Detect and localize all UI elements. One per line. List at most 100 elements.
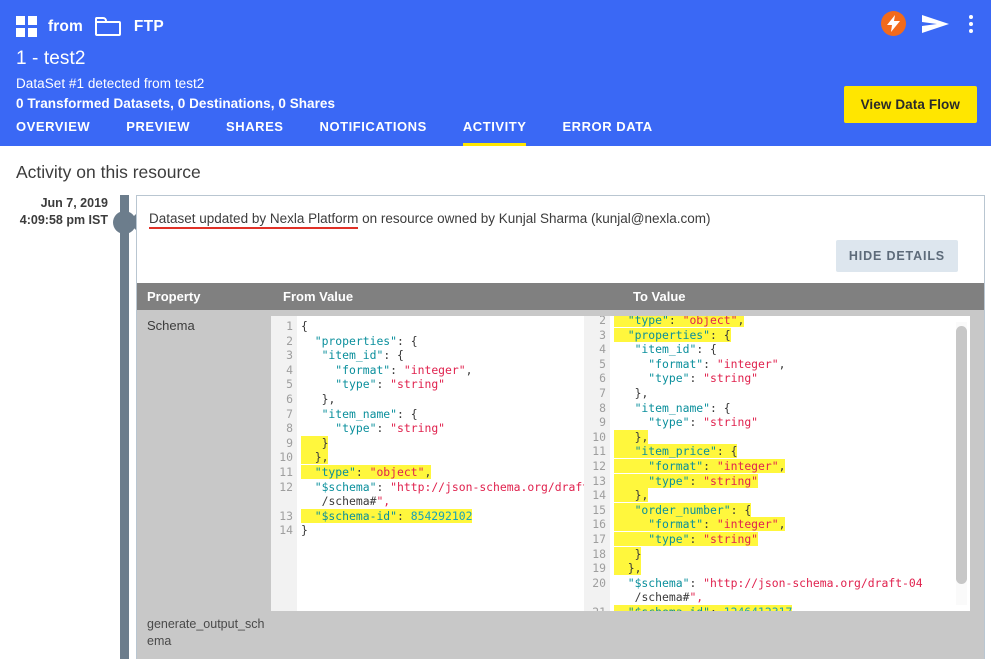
activity-date: Jun 7, 2019 (40, 196, 108, 210)
line-number: 6 (286, 391, 293, 406)
from-value-code-pane[interactable]: 1 2 3 4 5 6 7 8 9 10 11 12 13 14 { "properties": { "i… (271, 316, 584, 611)
line-number: 4 (286, 362, 293, 377)
line-number: 15 (592, 502, 606, 517)
line-number: 11 (279, 464, 293, 479)
from-label: from (48, 17, 83, 35)
line-number: 1 (286, 319, 293, 333)
hide-details-button[interactable]: HIDE DETAILS (835, 240, 958, 272)
tab-error-data[interactable]: ERROR DATA (562, 119, 652, 146)
grid-icon[interactable] (16, 16, 37, 37)
line-number: 8 (599, 400, 606, 415)
line-number: 13 (279, 508, 293, 523)
code-line: "type": "string" (335, 421, 446, 436)
code-line: }, (321, 391, 336, 406)
line-number: 16 (592, 517, 606, 532)
column-header-to-value: To Value (633, 289, 686, 304)
tab-notifications[interactable]: NOTIFICATIONS (320, 119, 427, 146)
header-action-icons (881, 11, 977, 36)
diff-property-cell: Schema generate_output_schema (137, 310, 271, 658)
activity-time: 4:09:58 pm IST (19, 213, 108, 227)
code-line: }, (610, 488, 970, 503)
activity-card-header: Dataset updated by Nexla Platform on res… (137, 196, 984, 272)
tab-shares[interactable]: SHARES (226, 119, 283, 146)
code-line: "properties": { (314, 333, 418, 348)
code-line: "$schema-id": 854292102 (297, 508, 584, 524)
activity-card: Dataset updated by Nexla Platform on res… (136, 195, 985, 659)
code-line: "format": "integer", (610, 458, 970, 474)
page-stats: 0 Transformed Datasets, 0 Destinations, … (16, 96, 336, 111)
activity-timestamp: Jun 7, 2019 4:09:58 pm IST (0, 195, 108, 229)
code-line: /schema#", (321, 494, 391, 509)
tab-bar: OVERVIEW PREVIEW SHARES NOTIFICATIONS ACTIVI… (0, 119, 689, 146)
column-header-from-value: From Value (283, 289, 354, 304)
code-line: "item_name": { (321, 406, 418, 421)
tab-activity[interactable]: ACTIVITY (462, 119, 527, 146)
more-vertical-icon[interactable] (965, 13, 977, 35)
code-line: "$schema": "http://json-schema.org/draft… (627, 575, 923, 590)
line-number (584, 590, 606, 605)
code-line: "properties": { (610, 327, 970, 343)
line-number: 9 (599, 415, 606, 430)
source-type-label: FTP (133, 17, 165, 35)
code-line: "order_number": { (610, 502, 970, 518)
code-line: "item_name": { (634, 400, 731, 415)
code-line: "format": "integer", (335, 362, 473, 377)
code-line: } (297, 435, 584, 451)
code-line: "format": "integer", (648, 356, 786, 371)
to-value-scrollbar[interactable] (956, 322, 967, 605)
diff-table-row: Schema generate_output_schema 1234567891… (137, 310, 984, 658)
line-number: 10 (592, 429, 606, 444)
to-value-line-numbers: 234567891011121314151617181920 21 (584, 316, 610, 611)
code-line: { (301, 319, 308, 333)
to-value-code-pane[interactable]: 234567891011121314151617181920 21 "type":… (584, 316, 970, 611)
folder-icon (94, 17, 121, 36)
code-line: }, (610, 429, 970, 445)
diff-property-function: generate_output_schema (147, 617, 265, 648)
page-subtitle: DataSet #1 detected from test2 (16, 76, 205, 91)
tab-preview[interactable]: PREVIEW (126, 119, 190, 146)
line-number: 12 (592, 458, 606, 473)
line-number: 12 (279, 479, 293, 494)
line-number: 11 (592, 444, 606, 459)
code-line: "type": "string" (610, 531, 970, 547)
activity-message-highlight: Dataset updated by Nexla Platform (149, 211, 359, 229)
code-line: "item_id": { (321, 348, 404, 363)
line-number: 14 (279, 523, 293, 538)
code-line: "$schema-id": 1246412317 (610, 604, 970, 611)
code-line: "type": "string" (648, 371, 759, 386)
app-header: from FTP 1 - test2 DataSet #1 detected f… (0, 0, 991, 146)
code-line: "$schema": "http://json-schema.org/draft… (314, 479, 584, 494)
code-line: } (610, 546, 970, 562)
line-number: 7 (286, 406, 293, 421)
line-number: 4 (599, 342, 606, 357)
bolt-icon[interactable] (881, 11, 906, 36)
code-line: "type": "string" (335, 377, 446, 392)
from-value-line-numbers: 1 2 3 4 5 6 7 8 9 10 11 12 13 14 (271, 316, 297, 611)
code-line: }, (297, 450, 584, 465)
activity-message-rest: on resource owned by Kunjal Sharma (kunj… (358, 211, 711, 226)
line-number: 20 (592, 575, 606, 590)
code-line: "type": "string" (610, 473, 970, 489)
line-number: 5 (599, 356, 606, 371)
diff-table-header: Property From Value To Value (137, 283, 984, 310)
line-number: 3 (599, 327, 606, 342)
page-title: 1 - test2 (16, 48, 86, 69)
line-number: 2 (286, 333, 293, 348)
tab-overview[interactable]: OVERVIEW (16, 119, 90, 146)
send-icon[interactable] (922, 14, 949, 34)
code-line: } (301, 523, 308, 538)
section-title: Activity on this resource (16, 162, 201, 182)
activity-message: Dataset updated by Nexla Platform on res… (149, 210, 970, 229)
line-number: 14 (592, 488, 606, 503)
line-number: 18 (592, 546, 606, 561)
diff-property-name: Schema (147, 318, 195, 333)
line-number: 17 (592, 531, 606, 546)
view-data-flow-button[interactable]: View Data Flow (843, 86, 977, 123)
line-number: 9 (286, 435, 293, 450)
code-line: "format": "integer", (610, 517, 970, 532)
timeline-bar (120, 195, 129, 659)
code-line: "item_price": { (610, 444, 970, 459)
from-value-code: { "properties": { "item_id": { "format":… (297, 316, 584, 611)
code-line: /schema#", (634, 590, 704, 605)
line-number: 21 (584, 605, 606, 611)
